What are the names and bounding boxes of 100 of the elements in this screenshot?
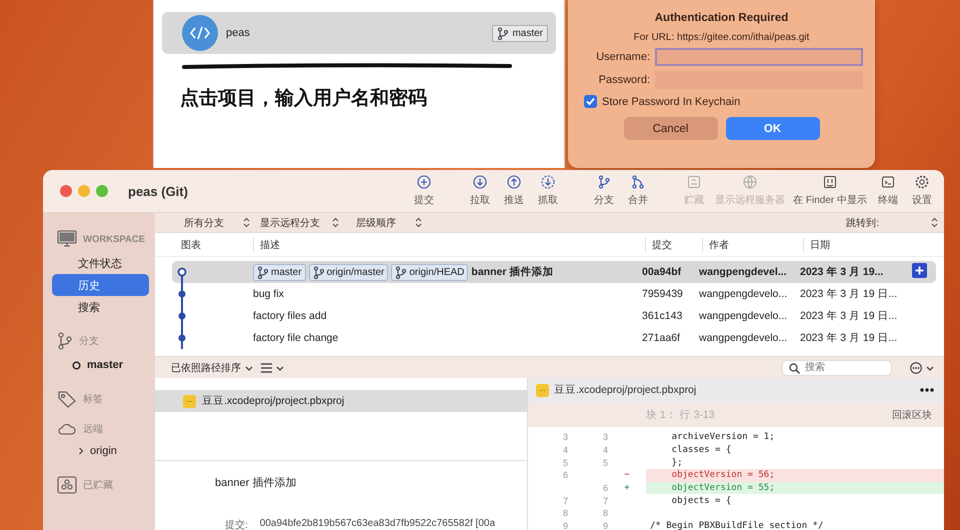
sidebar-item[interactable]: 文件状态: [52, 252, 149, 274]
toolbar-button[interactable]: 推送: [498, 175, 530, 207]
line-number: 6: [602, 483, 608, 494]
sort-menu[interactable]: 已依照路径排序: [171, 360, 253, 374]
jump-to-select[interactable]: 跳转到:: [846, 216, 938, 230]
column-header[interactable]: 作者: [702, 238, 803, 252]
commit-node: [178, 334, 186, 342]
checkbox-label: Store Password In Keychain: [602, 96, 740, 108]
commit-date: 2023 年 3 月 19 日...: [799, 309, 898, 323]
author-name: wangpengdevelo...: [698, 288, 788, 300]
code-text: objects = {: [670, 496, 732, 506]
filter-select[interactable]: 层级顺序: [349, 216, 422, 230]
search-field[interactable]: 搜索: [782, 360, 892, 376]
more-menu[interactable]: [910, 362, 934, 374]
sidebar-item[interactable]: 搜索: [52, 296, 149, 318]
commit-row[interactable]: master origin/master origin/HEAD banner 插件添加 00a94bf wangpengdevel... 2023 年 3 月 19...: [172, 261, 936, 283]
close-button[interactable]: [60, 185, 72, 197]
sidebar-item[interactable]: master: [52, 354, 149, 376]
add-button[interactable]: [912, 263, 927, 278]
updown-icon: [243, 217, 250, 228]
list-icon: [261, 362, 272, 372]
column-header[interactable]: 日期: [803, 238, 899, 252]
column-header[interactable]: 描述: [253, 238, 645, 252]
commit-node: [178, 312, 186, 320]
author-name: wangpengdevelo...: [698, 310, 788, 322]
more-icon[interactable]: [920, 388, 934, 392]
line-number: 3: [602, 432, 608, 442]
field-label: Password:: [598, 74, 650, 86]
commit-row[interactable]: factory file change 271aa6f wangpengdevelo... 2023 年 3 月 19 日...: [172, 327, 936, 349]
commit-node: [178, 268, 186, 276]
filter-select[interactable]: 显示远程分支: [260, 216, 339, 230]
code-text: };: [670, 458, 684, 468]
cloud-icon: [57, 422, 77, 436]
url-text: For URL: https://gitee.com/ithai/peas.git: [634, 32, 810, 43]
commit-row[interactable]: factory files add 361c143 wangpengdevelo... 2023 年 3 月 19 日...: [172, 305, 936, 327]
toolbar-button[interactable]: 提交: [408, 175, 440, 207]
toolbar-button[interactable]: 设置: [906, 175, 938, 207]
branch-tag: origin/master: [308, 264, 388, 280]
line-number: 8: [562, 508, 568, 518]
chevron-icon: [276, 364, 284, 370]
updown-icon: [415, 217, 422, 228]
section-title: 已贮藏: [83, 478, 113, 492]
toolbar-button[interactable]: 终端: [872, 175, 904, 207]
commit-date: 2023 年 3 月 19 日...: [799, 287, 898, 301]
repository-row[interactable]: peas master: [162, 12, 556, 54]
column-header[interactable]: 提交: [645, 238, 702, 252]
hunk-title: 块 1： 行 3-13: [646, 408, 715, 422]
filter-select[interactable]: 所有分支: [177, 216, 250, 230]
commit-row[interactable]: bug fix 7959439 wangpengdevelo... 2023 年 3 月 19 日...: [172, 283, 936, 305]
updown-icon: [332, 217, 339, 228]
caption-text: 点击项目，输入用户名和密码: [180, 86, 428, 111]
diff-marker: +: [623, 483, 630, 494]
toolbar-button[interactable]: 在 Finder 中显示: [790, 175, 870, 207]
chevron-icon: [926, 364, 934, 370]
file-icon: [536, 384, 549, 396]
field-label: Username:: [595, 51, 650, 63]
commit-hash: 00a94bfe2b819b567c63ea83d7fb9522c765582f [00a: [260, 518, 496, 530]
commit-hash: 7959439: [641, 288, 684, 300]
sidebar-item[interactable]: 历史: [52, 274, 149, 296]
toolbar-button[interactable]: 合并: [622, 175, 654, 207]
branch-icon: [597, 175, 612, 189]
branch-icon: [57, 332, 73, 350]
file-row[interactable]: 豆豆.xcodeproj/project.pbxproj: [155, 390, 527, 412]
section-title: 远端: [83, 422, 103, 436]
line-number: 9: [562, 521, 568, 530]
ok-button[interactable]: OK: [726, 117, 820, 140]
commit-node: [178, 290, 186, 298]
line-number: 7: [602, 496, 608, 506]
box-icon: [57, 476, 77, 494]
list-view-menu[interactable]: [261, 362, 284, 372]
branch-name: master: [512, 28, 543, 38]
commit-message: banner 插件添加: [471, 265, 554, 279]
section-title: 标签: [83, 392, 103, 406]
checkbox[interactable]: [584, 95, 597, 108]
discard-hunk-button[interactable]: 回滚区块: [892, 408, 932, 422]
dialog-title: Authentication Required: [654, 12, 788, 24]
commit-message: bug fix: [253, 288, 284, 300]
line-number: 8: [602, 508, 608, 518]
field-label: 提交:: [225, 518, 248, 530]
terminal-icon: [881, 175, 895, 189]
globe-icon: [743, 175, 758, 189]
line-number: 5: [602, 458, 608, 468]
column-header[interactable]: 图表: [155, 238, 253, 252]
branch-tag: origin/HEAD: [391, 264, 468, 280]
cancel-button[interactable]: Cancel: [624, 117, 718, 140]
toolbar-button[interactable]: 拉取: [464, 175, 496, 207]
toolbar-button[interactable]: 抓取: [532, 175, 564, 207]
line-number: 5: [562, 458, 568, 468]
branch-tag: master: [253, 264, 306, 280]
code-text: objectVersion = 55;: [670, 483, 776, 494]
toolbar-button[interactable]: 分支: [588, 175, 620, 207]
add-circle-icon: [417, 175, 432, 189]
chevron-icon: [245, 364, 253, 370]
line-number: 7: [562, 496, 568, 506]
monitor-icon: [57, 230, 77, 248]
input-field[interactable]: [655, 48, 863, 66]
sidebar-item[interactable]: origin: [52, 440, 149, 462]
code-text: /* Begin PBXBuildFile section */: [649, 521, 824, 530]
repository-name: peas: [226, 27, 251, 39]
commit-hash: 271aa6f: [641, 332, 681, 344]
